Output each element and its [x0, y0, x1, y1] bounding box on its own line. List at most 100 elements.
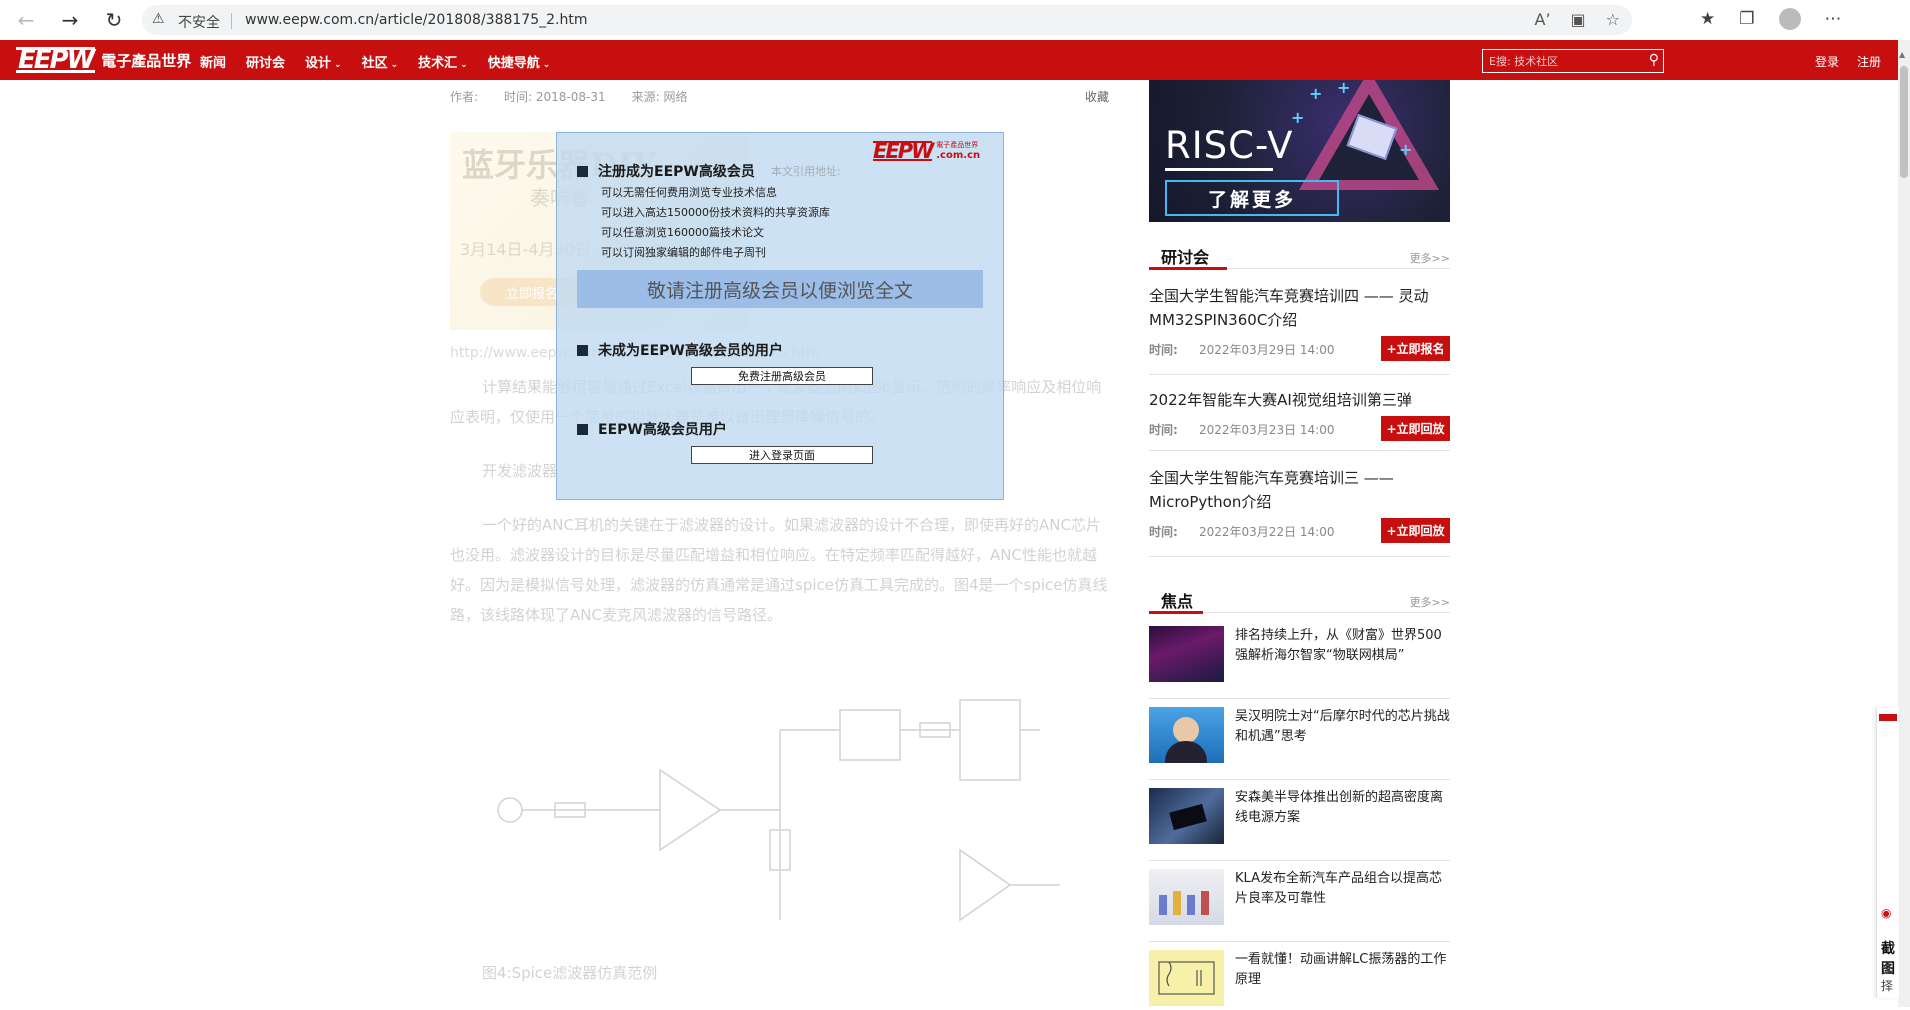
nav-item-news[interactable]: 新闻	[200, 52, 226, 71]
focus-item[interactable]: 吴汉明院士对“后摩尔时代的芯片挑战和机遇”思考	[1149, 699, 1450, 780]
section-label: EEPW高级会员用户	[598, 422, 727, 438]
free-register-button[interactable]: 免费注册高级会员	[691, 367, 873, 385]
main-nav: 新闻 研讨会 设计 ⌄ 社区 ⌄ 技术汇 ⌄ 快捷导航 ⌄	[200, 52, 550, 71]
focus-thumbnail[interactable]	[1149, 869, 1224, 925]
seminars-header: 研讨会 更多>>	[1149, 240, 1450, 270]
profile-avatar[interactable]	[1778, 8, 1801, 30]
collections-icon[interactable]: ❐	[1739, 9, 1754, 30]
floating-side-widget[interactable]: ◉ 截图 选择	[1876, 708, 1899, 998]
focus-headline[interactable]: 吴汉明院士对“后摩尔时代的芯片挑战和机遇”思考	[1235, 707, 1450, 747]
nav-item-community[interactable]: 社区 ⌄	[362, 52, 399, 71]
scroll-up-icon[interactable]: ▲	[1899, 50, 1905, 59]
warning-icon[interactable]: ⚠	[152, 11, 165, 27]
focus-thumbnail[interactable]	[1149, 950, 1224, 1006]
focus-headline[interactable]: 排名持续上升，从《财富》世界500强解析海尔智家“物联网棋局”	[1235, 626, 1450, 666]
scrollbar-thumb[interactable]	[1900, 66, 1908, 178]
figure-caption: 图4:Spice滤波器仿真范例	[482, 964, 658, 982]
risc-v-ad[interactable]: + + + + RISC-V 了解更多	[1149, 80, 1450, 222]
seminar-title[interactable]: 全国大学生智能汽车竞赛培训三 —— MicroPython介绍	[1149, 466, 1450, 514]
nav-label: 快捷导航	[487, 56, 540, 71]
register-section-title: 注册成为EEPW高级会员	[577, 161, 755, 181]
focus-headline[interactable]: KLA发布全新汽车产品组合以提高芯片良率及可靠性	[1235, 869, 1450, 909]
bullet-square-icon	[577, 424, 588, 435]
reload-icon[interactable]: ↻	[102, 8, 126, 32]
article-time: 时间: 2018-08-31	[504, 90, 606, 104]
lc-circuit-icon	[1158, 961, 1215, 995]
focus-item[interactable]: 排名持续上升，从《财富》世界500强解析海尔智家“物联网棋局”	[1149, 618, 1450, 699]
focus-thumbnail[interactable]	[1149, 626, 1224, 682]
modal-logo-mark: EEPW	[873, 139, 934, 163]
favorites-icon[interactable]: ★	[1700, 9, 1715, 30]
seminar-action-button[interactable]: +立即报名	[1381, 336, 1450, 361]
login-link[interactable]: 登录	[1815, 53, 1839, 70]
seminar-title[interactable]: 2022年智能车大赛AI视觉组培训第三弹	[1149, 388, 1450, 412]
address-divider	[231, 13, 232, 29]
address-bar[interactable]: ⚠ 不安全 www.eepw.com.cn/article/201808/388…	[142, 5, 1632, 35]
bullet-square-icon	[577, 166, 588, 177]
seminar-item: 全国大学生智能汽车竞赛培训四 —— 灵动MM32SPIN360C介绍 时间: 2…	[1149, 284, 1450, 375]
focus-item[interactable]: KLA发布全新汽车产品组合以提高芯片良率及可靠性	[1149, 861, 1450, 942]
seminar-action-button[interactable]: +立即回放	[1381, 416, 1450, 441]
portrait-shape	[1173, 717, 1199, 743]
page-scrollbar[interactable]	[1898, 40, 1910, 1007]
time-label: 时间:	[1149, 343, 1178, 357]
focus-thumbnail[interactable]	[1149, 788, 1224, 844]
cite-hint: 本文引用地址:	[771, 165, 841, 178]
seminar-title[interactable]: 全国大学生智能汽车竞赛培训四 —— 灵动MM32SPIN360C介绍	[1149, 284, 1450, 332]
focus-thumbnail[interactable]	[1149, 707, 1224, 763]
section-label: 未成为EEPW高级会员的用户	[598, 343, 783, 359]
nav-item-design[interactable]: 设计 ⌄	[305, 52, 342, 71]
seminar-item: 全国大学生智能汽车竞赛培训三 —— MicroPython介绍 时间: 2022…	[1149, 466, 1450, 557]
seminar-action-button[interactable]: +立即回放	[1381, 518, 1450, 543]
member-section-title: EEPW高级会员用户	[577, 419, 727, 439]
seminar-time: 2022年03月23日 14:00	[1199, 423, 1335, 437]
read-aloud-icon[interactable]: A’	[1535, 10, 1551, 29]
nav-label: 社区	[361, 56, 388, 71]
ad-underline	[1165, 168, 1273, 171]
chip-icon	[1169, 803, 1207, 831]
back-icon[interactable]: ←	[14, 8, 38, 32]
nonmember-section-title: 未成为EEPW高级会员的用户	[577, 340, 783, 360]
focus-headline[interactable]: 安森美半导体推出创新的超高密度离线电源方案	[1235, 788, 1450, 828]
app-available-icon[interactable]: ▣	[1571, 10, 1586, 29]
insecure-label[interactable]: 不安全	[178, 12, 220, 32]
nav-item-seminar[interactable]: 研讨会	[246, 52, 285, 71]
focus-item[interactable]: 一看就懂！动画讲解LC振荡器的工作原理	[1149, 942, 1450, 1006]
login-page-button[interactable]: 进入登录页面	[691, 446, 873, 464]
benefit-item: 可以订阅独家编辑的邮件电子周刊	[601, 246, 766, 259]
widget-subtitle[interactable]: 选择	[1881, 960, 1899, 994]
site-header: EEPW 電子產品世界 新闻 研讨会 设计⌄ 社区⌄ 技术汇⌄ 快捷导航⌄ ⚲ …	[0, 40, 1898, 80]
nav-label: 研讨会	[246, 56, 286, 71]
register-link[interactable]: 注册	[1857, 53, 1881, 70]
site-logo[interactable]: EEPW 電子產品世界	[16, 46, 191, 74]
bar-decor	[1201, 891, 1209, 915]
nav-item-quicknav[interactable]: 快捷导航 ⌄	[488, 52, 551, 71]
notice-banner: 敬请注册高级会员以便浏览全文	[577, 270, 983, 308]
time-label: 时间:	[1149, 423, 1178, 437]
member-login-modal: EEPW 電子產品世界 .com.cn 本文引用地址: 注册成为EEPW高级会员…	[556, 132, 1004, 500]
seminar-time: 2022年03月29日 14:00	[1199, 343, 1335, 357]
site-search-input[interactable]	[1487, 52, 1641, 70]
focus-item[interactable]: 安森美半导体推出创新的超高密度离线电源方案	[1149, 780, 1450, 861]
favorite-link[interactable]: 收藏	[1085, 88, 1109, 105]
search-icon[interactable]: ⚲	[1649, 52, 1659, 68]
nav-item-tech[interactable]: 技术汇 ⌄	[418, 52, 468, 71]
seminars-more-link[interactable]: 更多>>	[1410, 250, 1450, 266]
modal-logo-cn: 電子產品世界	[936, 141, 979, 149]
screenshot-icon[interactable]: ◉	[1881, 906, 1891, 920]
more-options-icon[interactable]: ⋯	[1825, 9, 1842, 30]
bullet-square-icon	[577, 345, 588, 356]
focus-more-link[interactable]: 更多>>	[1410, 594, 1450, 610]
logo-mark: EEPW	[16, 45, 95, 75]
benefit-item: 可以进入高达150000份技术资料的共享资源库	[601, 206, 830, 219]
ad-learn-more-button[interactable]: 了解更多	[1165, 180, 1339, 216]
seminar-item: 2022年智能车大赛AI视觉组培训第三弹 时间: 2022年03月23日 14:…	[1149, 388, 1450, 451]
title-underline	[1149, 267, 1227, 270]
bar-decor	[1173, 891, 1181, 915]
forward-icon[interactable]: →	[58, 8, 82, 32]
portrait-body-shape	[1165, 741, 1207, 763]
focus-headline[interactable]: 一看就懂！动画讲解LC振荡器的工作原理	[1235, 950, 1450, 990]
add-favorite-icon[interactable]: ☆	[1606, 10, 1620, 29]
chevron-down-icon: ⌄	[334, 60, 342, 70]
url-text[interactable]: www.eepw.com.cn/article/201808/388175_2.…	[245, 12, 587, 28]
